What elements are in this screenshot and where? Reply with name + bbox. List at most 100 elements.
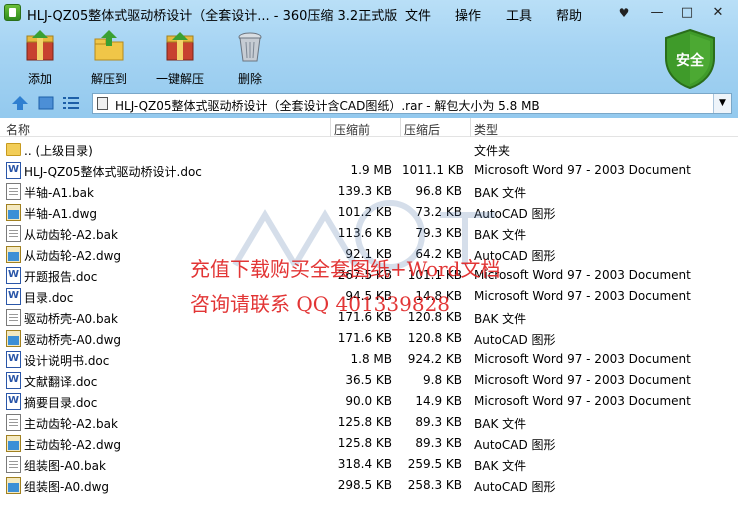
file-name: 驱动桥壳-A0.bak bbox=[24, 312, 118, 326]
file-row[interactable]: 主动齿轮-A2.dwg 125.8 KB 89.3 KB AutoCAD 图形 bbox=[0, 433, 738, 454]
file-size: 36.5 KB bbox=[345, 373, 392, 387]
window-title: HLJ-QZ05整体式驱动桥设计（全套设计... - 360压缩 3.2正式版 bbox=[27, 9, 398, 24]
file-name: 半轴-A1.bak bbox=[24, 186, 94, 200]
column-divider[interactable] bbox=[330, 118, 331, 137]
file-row[interactable]: .. (上级目录) 文件夹 bbox=[0, 139, 738, 160]
maximize-button[interactable]: □ bbox=[677, 4, 697, 22]
file-row[interactable]: 半轴-A1.dwg 101.2 KB 73.2 KB AutoCAD 图形 bbox=[0, 202, 738, 223]
file-type: Microsoft Word 97 - 2003 Document bbox=[474, 352, 691, 366]
bak-file-icon bbox=[6, 456, 21, 473]
file-size: 125.8 KB bbox=[337, 415, 392, 429]
file-packed-size: 96.8 KB bbox=[415, 184, 462, 198]
bak-file-icon bbox=[6, 225, 21, 242]
menu-tools[interactable]: 工具 bbox=[506, 5, 532, 24]
add-button[interactable]: 添加 bbox=[10, 30, 70, 88]
column-type[interactable]: 类型 bbox=[474, 121, 498, 138]
file-type: AutoCAD 图形 bbox=[474, 333, 556, 347]
file-type: AutoCAD 图形 bbox=[474, 480, 556, 494]
file-row[interactable]: 从动齿轮-A2.dwg 92.1 KB 64.2 KB AutoCAD 图形 bbox=[0, 244, 738, 265]
word-doc-icon bbox=[6, 162, 21, 179]
file-name: 驱动桥壳-A0.dwg bbox=[24, 333, 122, 347]
menu-help[interactable]: 帮助 bbox=[556, 5, 582, 24]
address-bar[interactable]: HLJ-QZ05整体式驱动桥设计（全套设计含CAD图纸）.rar - 解包大小为… bbox=[92, 93, 732, 114]
column-divider[interactable] bbox=[470, 118, 471, 137]
file-size: 101.2 KB bbox=[337, 205, 392, 219]
file-type: Microsoft Word 97 - 2003 Document bbox=[474, 163, 691, 177]
file-row[interactable]: 文献翻译.doc 36.5 KB 9.8 KB Microsoft Word 97 -… bbox=[0, 370, 738, 391]
bak-file-icon bbox=[6, 309, 21, 326]
file-packed-size: 89.3 KB bbox=[415, 415, 462, 429]
file-row[interactable]: 主动齿轮-A2.bak 125.8 KB 89.3 KB BAK 文件 bbox=[0, 412, 738, 433]
autocad-file-icon bbox=[6, 204, 21, 221]
bak-file-icon bbox=[6, 183, 21, 200]
close-button[interactable]: ✕ bbox=[708, 4, 728, 22]
file-type: BAK 文件 bbox=[474, 312, 527, 326]
file-name: 组装图-A0.bak bbox=[24, 459, 106, 473]
file-packed-size: 14.8 KB bbox=[415, 289, 462, 303]
menu-file[interactable]: 文件 bbox=[405, 5, 431, 24]
file-packed-size: 79.3 KB bbox=[415, 226, 462, 240]
file-size: 94.5 KB bbox=[345, 289, 392, 303]
address-dropdown-icon[interactable]: ▼ bbox=[713, 94, 731, 113]
file-size: 298.5 KB bbox=[337, 478, 392, 492]
extract-to-button[interactable]: 解压到 bbox=[79, 30, 139, 88]
trash-icon bbox=[238, 32, 262, 62]
file-packed-size: 120.8 KB bbox=[407, 310, 462, 324]
file-name: 从动齿轮-A2.bak bbox=[24, 228, 118, 242]
file-name: 设计说明书.doc bbox=[24, 354, 110, 368]
file-type: Microsoft Word 97 - 2003 Document bbox=[474, 268, 691, 282]
file-packed-size: 89.3 KB bbox=[415, 436, 462, 450]
column-header: 名称 压缩前 压缩后 类型 bbox=[0, 118, 738, 137]
file-row[interactable]: 目录.doc 94.5 KB 14.8 KB Microsoft Word 97 - … bbox=[0, 286, 738, 307]
address-path: HLJ-QZ05整体式驱动桥设计（全套设计含CAD图纸）.rar - 解包大小为… bbox=[115, 99, 540, 113]
column-name[interactable]: 名称 bbox=[6, 121, 30, 138]
file-name: 从动齿轮-A2.dwg bbox=[24, 249, 122, 263]
file-row[interactable]: HLJ-QZ05整体式驱动桥设计.doc 1.9 MB 1011.1 KB Micro… bbox=[0, 160, 738, 181]
file-row[interactable]: 驱动桥壳-A0.bak 171.6 KB 120.8 KB BAK 文件 bbox=[0, 307, 738, 328]
add-label: 添加 bbox=[27, 72, 52, 86]
file-type: AutoCAD 图形 bbox=[474, 249, 556, 263]
up-arrow-icon[interactable] bbox=[12, 96, 28, 110]
file-type: BAK 文件 bbox=[474, 228, 527, 242]
file-packed-size: 259.5 KB bbox=[407, 457, 462, 471]
word-doc-icon bbox=[6, 267, 21, 284]
one-click-extract-button[interactable]: 一键解压 bbox=[150, 30, 210, 88]
file-row[interactable]: 组装图-A0.bak 318.4 KB 259.5 KB BAK 文件 bbox=[0, 454, 738, 475]
column-divider[interactable] bbox=[400, 118, 401, 137]
file-row[interactable]: 驱动桥壳-A0.dwg 171.6 KB 120.8 KB AutoCAD 图形 bbox=[0, 328, 738, 349]
file-size: 267.5 KB bbox=[337, 268, 392, 282]
list-view-icon[interactable] bbox=[63, 96, 79, 110]
file-packed-size: 14.9 KB bbox=[415, 394, 462, 408]
archive-icon bbox=[97, 97, 108, 110]
file-row[interactable]: 从动齿轮-A2.bak 113.6 KB 79.3 KB BAK 文件 bbox=[0, 223, 738, 244]
file-packed-size: 101.1 KB bbox=[407, 268, 462, 282]
one-click-extract-icon bbox=[166, 32, 194, 61]
file-packed-size: 64.2 KB bbox=[415, 247, 462, 261]
file-row[interactable]: 组装图-A0.dwg 298.5 KB 258.3 KB AutoCAD 图形 bbox=[0, 475, 738, 496]
file-name: 文献翻译.doc bbox=[24, 375, 98, 389]
column-packed[interactable]: 压缩后 bbox=[404, 121, 440, 138]
add-icon bbox=[26, 30, 54, 61]
app-icon bbox=[4, 4, 21, 21]
file-row[interactable]: 摘要目录.doc 90.0 KB 14.9 KB Microsoft Word 97 … bbox=[0, 391, 738, 412]
skin-icon[interactable]: ♥ bbox=[614, 4, 634, 22]
file-name: 半轴-A1.dwg bbox=[24, 207, 98, 221]
file-row[interactable]: 开题报告.doc 267.5 KB 101.1 KB Microsoft Word 9… bbox=[0, 265, 738, 286]
file-size: 171.6 KB bbox=[337, 310, 392, 324]
file-packed-size: 9.8 KB bbox=[423, 373, 462, 387]
security-button[interactable]: 安全 bbox=[662, 28, 718, 90]
autocad-file-icon bbox=[6, 435, 21, 452]
delete-label: 删除 bbox=[237, 72, 262, 86]
file-size: 139.3 KB bbox=[337, 184, 392, 198]
folder-icon bbox=[6, 143, 21, 156]
minimize-button[interactable]: — bbox=[647, 4, 667, 22]
menu-operate[interactable]: 操作 bbox=[455, 5, 481, 24]
file-size: 171.6 KB bbox=[337, 331, 392, 345]
extract-to-label: 解压到 bbox=[90, 72, 127, 86]
thumbnail-view-icon[interactable] bbox=[38, 96, 54, 110]
file-name: HLJ-QZ05整体式驱动桥设计.doc bbox=[24, 165, 202, 179]
file-row[interactable]: 设计说明书.doc 1.8 MB 924.2 KB Microsoft Word 97… bbox=[0, 349, 738, 370]
delete-button[interactable]: 删除 bbox=[220, 30, 280, 88]
file-row[interactable]: 半轴-A1.bak 139.3 KB 96.8 KB BAK 文件 bbox=[0, 181, 738, 202]
column-size[interactable]: 压缩前 bbox=[334, 121, 370, 138]
